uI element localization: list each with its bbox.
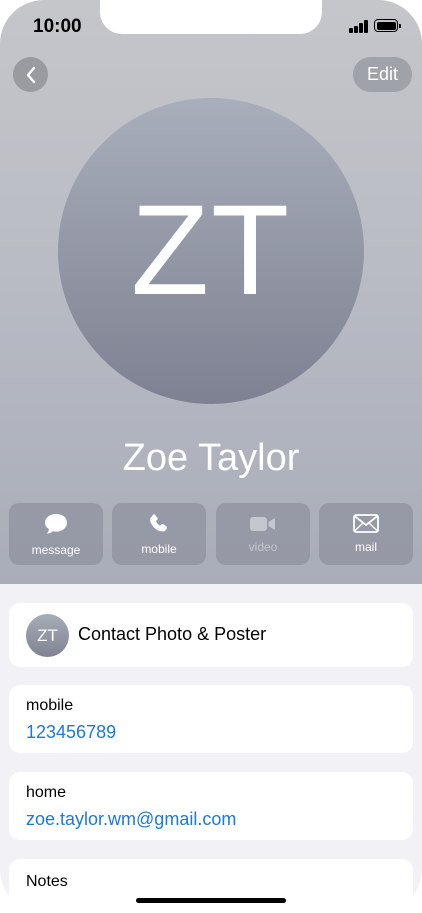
video-camera-icon: [250, 516, 275, 531]
contact-name: Zoe Taylor: [122, 437, 300, 479]
contact-header: 10:00 Edit ZT Zoe Taylor message mobile …: [0, 0, 422, 584]
mobile-number-link[interactable]: 123456789: [26, 722, 116, 743]
envelope-icon: [353, 514, 379, 533]
mobile-field-label: mobile: [26, 697, 74, 714]
status-time: 10:00: [33, 16, 82, 37]
battery-icon: [374, 19, 401, 32]
avatar-initials: ZT: [130, 179, 292, 322]
mail-button[interactable]: mail: [319, 503, 413, 565]
small-avatar: ZT: [26, 614, 69, 657]
mobile-label: mobile: [141, 541, 177, 556]
message-label: message: [31, 542, 81, 557]
status-bar: 10:00: [0, 0, 422, 52]
contact-photo-poster-label: Contact Photo & Poster: [78, 624, 267, 644]
notes-card[interactable]: Notes: [9, 859, 413, 913]
contact-avatar: ZT: [58, 98, 364, 404]
edit-button[interactable]: Edit: [353, 57, 412, 92]
video-label: video: [248, 539, 278, 554]
call-mobile-button[interactable]: mobile: [112, 503, 206, 565]
signal-icon: [349, 20, 369, 33]
quick-actions: message mobile video mail: [9, 503, 413, 565]
message-button[interactable]: message: [9, 503, 103, 565]
notes-label: Notes: [26, 873, 68, 890]
contact-screen: 10:00 Edit ZT Zoe Taylor message mobile …: [0, 0, 422, 913]
home-email-link[interactable]: zoe.taylor.wm@gmail.com: [26, 809, 236, 830]
video-button[interactable]: video: [216, 503, 310, 565]
home-indicator[interactable]: [136, 898, 286, 903]
mobile-field-card: mobile 123456789: [9, 685, 413, 753]
contact-photo-poster-row[interactable]: ZT Contact Photo & Poster: [9, 603, 413, 667]
notch: [100, 0, 322, 34]
back-button[interactable]: [13, 57, 48, 92]
home-field-label: home: [26, 784, 67, 801]
mail-label: mail: [354, 540, 377, 554]
chevron-left-icon: [26, 66, 35, 83]
phone-icon: [149, 513, 168, 531]
home-field-card: home zoe.taylor.wm@gmail.com: [9, 772, 413, 840]
message-bubble-icon: [45, 513, 67, 534]
